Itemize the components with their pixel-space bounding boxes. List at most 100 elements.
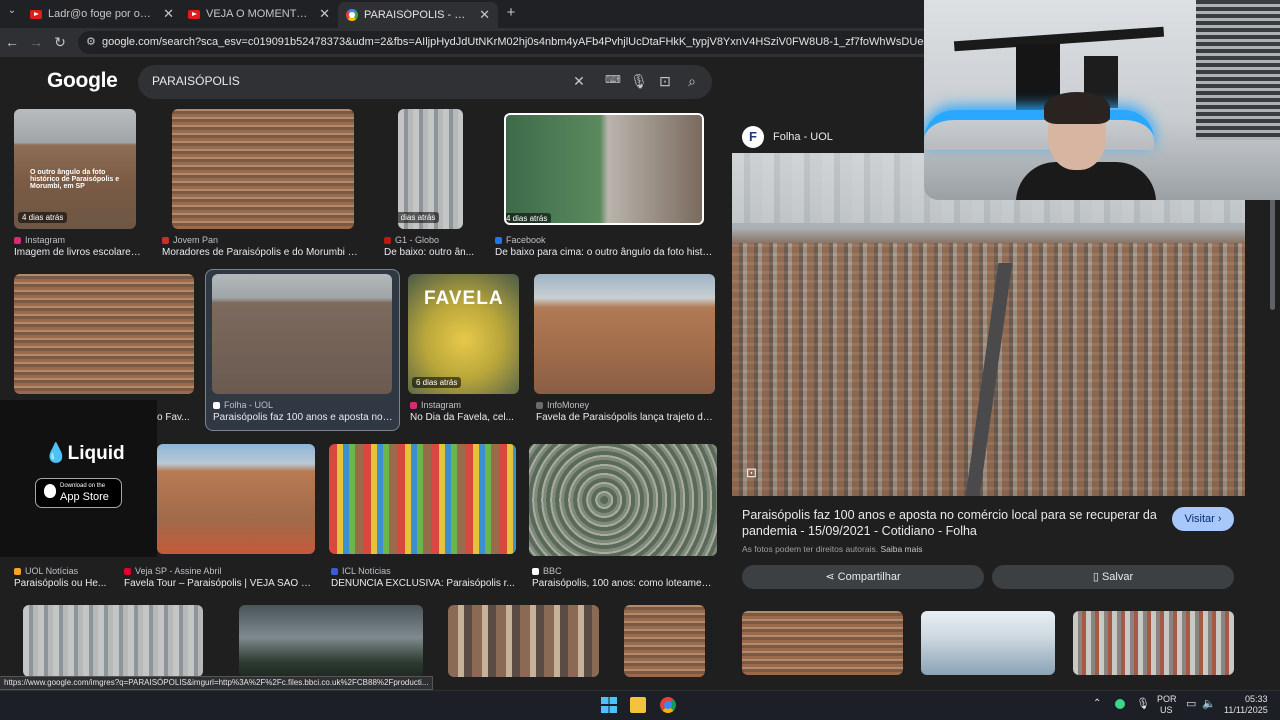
result-caption[interactable]: Paraisópolis faz 100 anos e aposta no ..… xyxy=(213,412,393,423)
result-source: G1 - Globo xyxy=(384,235,439,245)
result-thumbnail[interactable] xyxy=(624,605,705,677)
time-badge: 5 dias atrás xyxy=(398,212,440,223)
file-explorer-icon[interactable] xyxy=(630,697,646,713)
back-icon[interactable]: ← xyxy=(3,34,21,50)
related-image[interactable] xyxy=(921,611,1055,675)
time-badge: 6 dias atrás xyxy=(412,377,462,388)
close-tab-icon[interactable]: ✕ xyxy=(479,7,490,23)
save-label: Salvar xyxy=(1101,571,1134,583)
result-caption[interactable]: Favela Tour – Paraisópolis | VEJA SÃO P.… xyxy=(124,578,314,589)
result-thumbnail[interactable] xyxy=(329,444,516,554)
close-tab-icon[interactable]: ✕ xyxy=(163,6,174,22)
bookmark-icon: ▯ xyxy=(1092,571,1099,583)
share-icon: ⋖ xyxy=(825,571,835,583)
clock-time[interactable]: 05:33 xyxy=(1245,694,1268,704)
visit-label: Visitar xyxy=(1184,513,1215,525)
google-logo[interactable]: Google xyxy=(47,69,118,93)
language-indicator[interactable]: POR xyxy=(1157,694,1177,704)
forward-icon[interactable]: → xyxy=(27,34,45,50)
result-thumbnail[interactable]: 5 dias atrás xyxy=(398,109,463,229)
result-caption[interactable]: De baixo para cima: o outro ângulo da fo… xyxy=(495,247,715,258)
search-icon[interactable]: ⌕ xyxy=(683,73,701,90)
tray-status-icon[interactable] xyxy=(1115,699,1125,709)
close-tab-icon[interactable]: ✕ xyxy=(319,6,330,22)
clear-icon[interactable]: ✕ xyxy=(570,73,588,90)
result-thumbnail[interactable] xyxy=(23,605,203,677)
windows-start-icon[interactable] xyxy=(601,697,617,713)
tab-search-icon[interactable]: ⌄ xyxy=(3,5,21,16)
tab-title: PARAISÓPOLIS - Pesquisa Goog xyxy=(364,9,471,21)
tray-microphone-icon[interactable]: 🎙 xyxy=(1136,697,1150,710)
result-thumbnail[interactable] xyxy=(448,605,599,677)
app-store-badge[interactable]: Download on the App Store xyxy=(35,478,122,508)
result-thumbnail[interactable] xyxy=(157,444,315,554)
share-label: Compartilhar xyxy=(837,571,901,583)
preview-title[interactable]: Paraisópolis faz 100 anos e aposta no co… xyxy=(742,507,1157,539)
keyboard-icon[interactable]: ⌨ xyxy=(604,73,622,86)
search-box[interactable]: PARAISÓPOLIS ✕ ⌨ 🎙 ⊡ ⌕ xyxy=(138,65,712,99)
preview-scrollbar[interactable] xyxy=(1270,190,1275,310)
chrome-icon[interactable] xyxy=(660,697,676,713)
g1-icon xyxy=(384,236,391,244)
region-indicator[interactable]: US xyxy=(1160,705,1173,715)
clock-date[interactable]: 11/11/2025 xyxy=(1224,705,1268,715)
new-tab-icon[interactable]: + xyxy=(502,4,520,21)
google-icon xyxy=(346,9,358,21)
result-thumbnail[interactable] xyxy=(529,444,717,556)
chevron-right-icon: › xyxy=(1217,513,1222,525)
tab-title: Ladr@o foge por onde viatura xyxy=(48,8,155,20)
result-caption[interactable]: Imagem de livros escolares... xyxy=(14,247,144,258)
url-field[interactable]: ⚙ google.com/search?sca_esv=c019091b5247… xyxy=(78,31,948,54)
save-button[interactable]: ▯ Salvar xyxy=(992,565,1234,589)
folha-favicon: F xyxy=(742,126,764,148)
infomoney-icon xyxy=(536,401,543,409)
tray-chevron-up-icon[interactable]: ⌃ xyxy=(1093,698,1101,709)
webcam-overlay xyxy=(924,0,1280,200)
tab-youtube-2[interactable]: VEJA O MOMENTO DA PRISÃO ✕ xyxy=(180,3,338,25)
result-caption[interactable]: o Fav... xyxy=(157,412,197,423)
result-caption[interactable]: DENÚNCIA EXCLUSIVA: Paraisópolis r... xyxy=(331,578,516,589)
related-image[interactable] xyxy=(1073,611,1234,675)
result-caption[interactable]: No Dia da Favela, cel... xyxy=(410,412,522,423)
result-thumbnail[interactable]: O outro ângulo da foto histórico de Para… xyxy=(14,109,136,229)
droplet-icon: 💧 xyxy=(44,443,68,464)
tab-google-search[interactable]: PARAISÓPOLIS - Pesquisa Goog ✕ xyxy=(338,2,498,28)
jovem-pan-icon xyxy=(162,236,169,244)
result-source: BBC xyxy=(532,566,562,576)
result-caption[interactable]: Paraisópolis, 100 anos: como loteament..… xyxy=(532,578,717,589)
result-thumbnail[interactable] xyxy=(239,605,423,677)
result-thumbnail[interactable]: 4 dias atrás xyxy=(504,113,704,225)
liquid-brand: 💧Liquid xyxy=(44,443,125,464)
time-badge: 4 dias atrás xyxy=(18,212,68,223)
reload-icon[interactable]: ↻ xyxy=(51,34,69,51)
learn-more-link[interactable]: Saiba mais xyxy=(880,544,922,554)
rights-text: As fotos podem ter direitos autorais. xyxy=(742,544,879,554)
network-icon[interactable]: ▭ xyxy=(1186,697,1196,710)
result-caption[interactable]: De baixo: outro ân... xyxy=(384,247,479,258)
preview-image[interactable]: ⊡ xyxy=(732,153,1245,496)
site-info-icon[interactable]: ⚙ xyxy=(86,31,96,54)
result-thumbnail[interactable] xyxy=(14,274,194,394)
lens-icon[interactable]: ⊡ xyxy=(656,73,674,90)
lens-search-icon[interactable]: ⊡ xyxy=(746,465,757,481)
copyright-notice: As fotos podem ter direitos autorais. Sa… xyxy=(742,544,923,554)
search-input[interactable]: PARAISÓPOLIS xyxy=(152,74,240,88)
result-thumbnail[interactable] xyxy=(534,274,715,394)
thumbnail-overlay-text: FAVELA xyxy=(424,288,504,309)
result-caption[interactable]: Moradores de Paraisópolis e do Morumbi d… xyxy=(162,247,362,258)
result-caption[interactable]: Paraisópolis ou He... xyxy=(14,578,114,589)
tab-title: VEJA O MOMENTO DA PRISÃO xyxy=(206,8,311,20)
volume-icon[interactable]: 🔈 xyxy=(1202,697,1216,710)
related-image[interactable] xyxy=(742,611,903,675)
result-caption[interactable]: Favela de Paraisópolis lança trajeto de … xyxy=(536,412,716,423)
microphone-icon[interactable]: 🎙 xyxy=(630,73,648,90)
result-thumbnail[interactable] xyxy=(172,109,354,229)
result-source: Facebook xyxy=(495,235,546,245)
result-thumbnail[interactable]: FAVELA 6 dias atrás xyxy=(408,274,519,394)
result-source: Folha - UOL xyxy=(213,400,273,410)
visit-button[interactable]: Visitar › xyxy=(1172,507,1234,531)
tab-youtube-1[interactable]: Ladr@o foge por onde viatura ✕ xyxy=(22,3,182,25)
result-thumbnail-selected[interactable] xyxy=(212,274,392,394)
preview-site-name[interactable]: Folha - UOL xyxy=(773,131,833,143)
share-button[interactable]: ⋖ Compartilhar xyxy=(742,565,984,589)
